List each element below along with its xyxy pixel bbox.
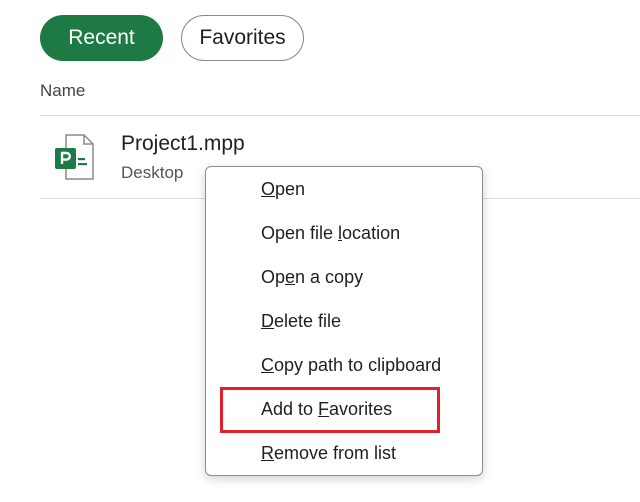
menu-item-delete-file[interactable]: Delete file (206, 299, 482, 343)
file-browser: Recent Favorites Name Project1.mpp Deskt… (0, 0, 640, 502)
tab-favorites[interactable]: Favorites (181, 15, 304, 61)
menu-item-remove-from-list[interactable]: Remove from list (206, 431, 482, 475)
menu-item-open[interactable]: Open (206, 167, 482, 211)
menu-item-add-to-favorites[interactable]: Add to Favorites (206, 387, 482, 431)
tab-recent[interactable]: Recent (40, 15, 163, 61)
project-file-icon (55, 134, 94, 180)
file-name: Project1.mpp (121, 132, 245, 155)
context-menu: Open Open file location Open a copy Dele… (205, 166, 483, 476)
menu-item-open-a-copy[interactable]: Open a copy (206, 255, 482, 299)
menu-item-open-file-location[interactable]: Open file location (206, 211, 482, 255)
menu-item-copy-path[interactable]: Copy path to clipboard (206, 343, 482, 387)
column-header-name[interactable]: Name (40, 81, 85, 101)
file-location: Desktop (121, 163, 184, 182)
